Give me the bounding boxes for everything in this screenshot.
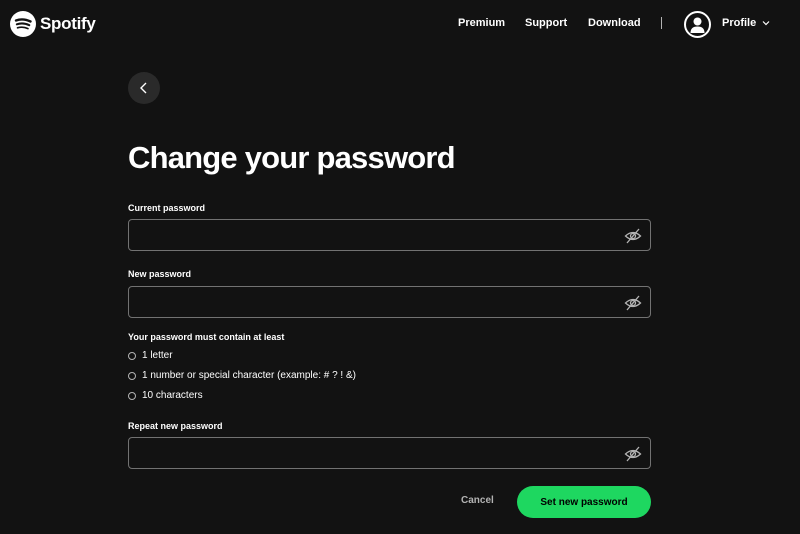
new-password-input[interactable] (129, 287, 650, 317)
nav-download[interactable]: Download (588, 17, 641, 29)
profile-menu-label[interactable]: Profile (722, 17, 756, 29)
repeat-password-input[interactable] (129, 438, 650, 468)
back-button[interactable] (128, 72, 160, 104)
eye-off-icon[interactable] (624, 294, 642, 312)
current-password-field (128, 219, 651, 251)
chevron-left-icon (140, 82, 147, 94)
eye-off-icon[interactable] (624, 445, 642, 463)
cancel-button[interactable]: Cancel (461, 495, 494, 506)
eye-off-icon[interactable] (624, 227, 642, 245)
nav-support[interactable]: Support (525, 17, 567, 29)
user-icon (690, 17, 705, 33)
requirement-item: 1 number or special character (example: … (128, 370, 356, 381)
brand-name: Spotify (40, 14, 96, 33)
current-password-input[interactable] (129, 220, 650, 250)
unchecked-circle-icon (128, 391, 136, 400)
avatar[interactable] (684, 11, 711, 38)
requirement-item: 10 characters (128, 390, 203, 401)
repeat-password-field (128, 437, 651, 469)
new-password-label: New password (128, 269, 192, 279)
requirements-title: Your password must contain at least (128, 332, 285, 342)
nav-divider (661, 17, 662, 29)
current-password-label: Current password (128, 203, 206, 213)
new-password-field (128, 286, 651, 318)
spotify-logo[interactable]: Spotify (10, 11, 96, 37)
top-header: Spotify Premium Support Download Profile (0, 0, 800, 48)
spotify-logo-icon (10, 11, 36, 37)
nav-premium[interactable]: Premium (458, 17, 505, 29)
unchecked-circle-icon (128, 371, 136, 380)
page-title: Change your password (128, 140, 456, 175)
repeat-password-label: Repeat new password (128, 421, 223, 431)
chevron-down-icon[interactable] (761, 18, 771, 28)
unchecked-circle-icon (128, 351, 136, 360)
requirement-item: 1 letter (128, 350, 173, 361)
set-new-password-button[interactable]: Set new password (517, 486, 651, 518)
